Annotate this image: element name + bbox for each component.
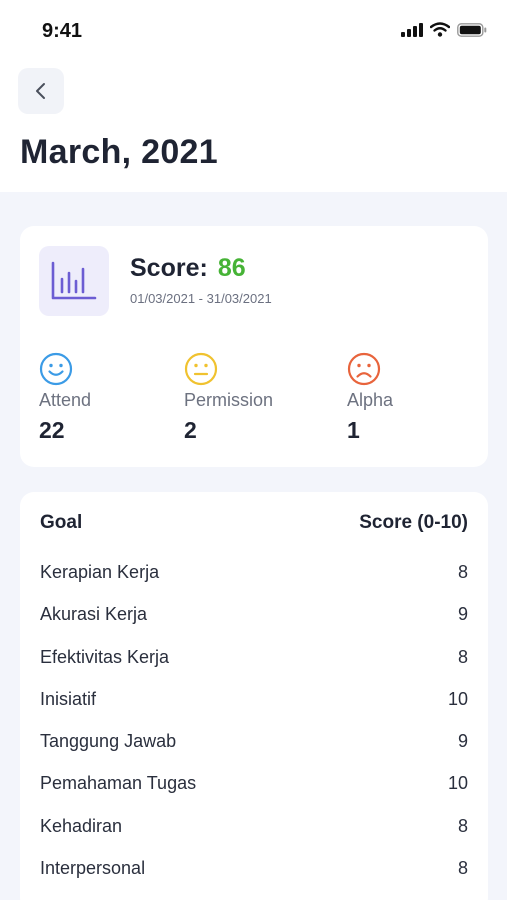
chart-tile: [39, 246, 109, 316]
stat-permission: Permission 2: [184, 352, 324, 444]
goal-score: 8: [457, 646, 468, 667]
goal-name: Tanggung Jawab: [40, 731, 177, 752]
date-range: 01/03/2021 - 31/03/2021: [130, 291, 272, 306]
bar-chart-icon: [51, 261, 97, 300]
goal-name: Kerapian Kerja: [40, 562, 160, 582]
score-label: Score:: [130, 254, 208, 282]
goal-row: Interpersonal 8: [40, 858, 468, 900]
stat-value: 2: [184, 417, 197, 443]
chevron-left-icon: [36, 83, 45, 99]
goal-score: 8: [457, 562, 468, 582]
status-icons: [401, 22, 487, 37]
status-bar: 9:41: [0, 0, 507, 62]
goal-row: Efektivitas Kerja 8: [40, 647, 468, 689]
goal-score: 9: [457, 731, 468, 752]
score-value: 86: [217, 254, 246, 282]
goal-card: Goal Score (0-10) Kerapian Kerja 8 Akuras…: [20, 492, 488, 900]
goal-name: Interpersonal: [40, 858, 146, 879]
stat-alpha: Alpha 1: [347, 352, 487, 444]
goal-name: Akurasi Kerja: [40, 604, 148, 625]
goal-row: Pemahaman Tugas 10: [40, 773, 468, 815]
goal-score: 8: [457, 858, 468, 879]
stat-label: Attend: [39, 390, 92, 410]
stat-attend: Attend 22: [39, 352, 179, 444]
goal-table-header: Goal Score (0-10): [40, 512, 468, 534]
column-goal: Goal: [40, 512, 83, 533]
stat-label: Permission: [184, 390, 274, 410]
cellular-signal-icon: [401, 22, 423, 37]
column-score: Score (0-10): [359, 512, 468, 533]
neutral-face-icon: [184, 352, 218, 386]
goal-name: Kehadiran: [40, 815, 123, 836]
smile-icon: [39, 352, 73, 386]
score-card: Score: 86 01/03/2021 - 31/03/2021 Attend …: [20, 226, 488, 467]
goal-row: Kerapian Kerja 8: [40, 562, 468, 604]
sad-face-icon: [347, 352, 381, 386]
battery-icon: [457, 22, 487, 37]
goal-score: 10: [447, 773, 468, 794]
goal-row: Kehadiran 8: [40, 816, 468, 858]
wifi-icon: [430, 22, 450, 37]
goal-score: 8: [457, 815, 468, 836]
goal-row: Inisiatif 10: [40, 689, 468, 731]
goal-row: Akurasi Kerja 9: [40, 604, 468, 646]
goal-score: 10: [447, 688, 468, 709]
stat-label: Alpha: [347, 390, 394, 410]
goal-name: Pemahaman Tugas: [40, 773, 197, 794]
goal-score: 9: [457, 604, 468, 625]
stat-value: 1: [347, 417, 360, 443]
goal-name: Inisiatif: [40, 688, 97, 709]
header-area: 9:41 March, 2021: [0, 0, 507, 192]
goal-name: Efektivitas Kerja: [40, 646, 170, 667]
score-line: Score: 86: [130, 254, 246, 283]
status-time: 9:41: [42, 20, 83, 42]
stat-value: 22: [39, 417, 65, 443]
page-title: March, 2021: [20, 133, 218, 171]
goal-row: Tanggung Jawab 9: [40, 731, 468, 773]
back-button[interactable]: [18, 68, 64, 114]
goal-list: Kerapian Kerja 8 Akurasi Kerja 9 Efektivit…: [40, 562, 468, 900]
